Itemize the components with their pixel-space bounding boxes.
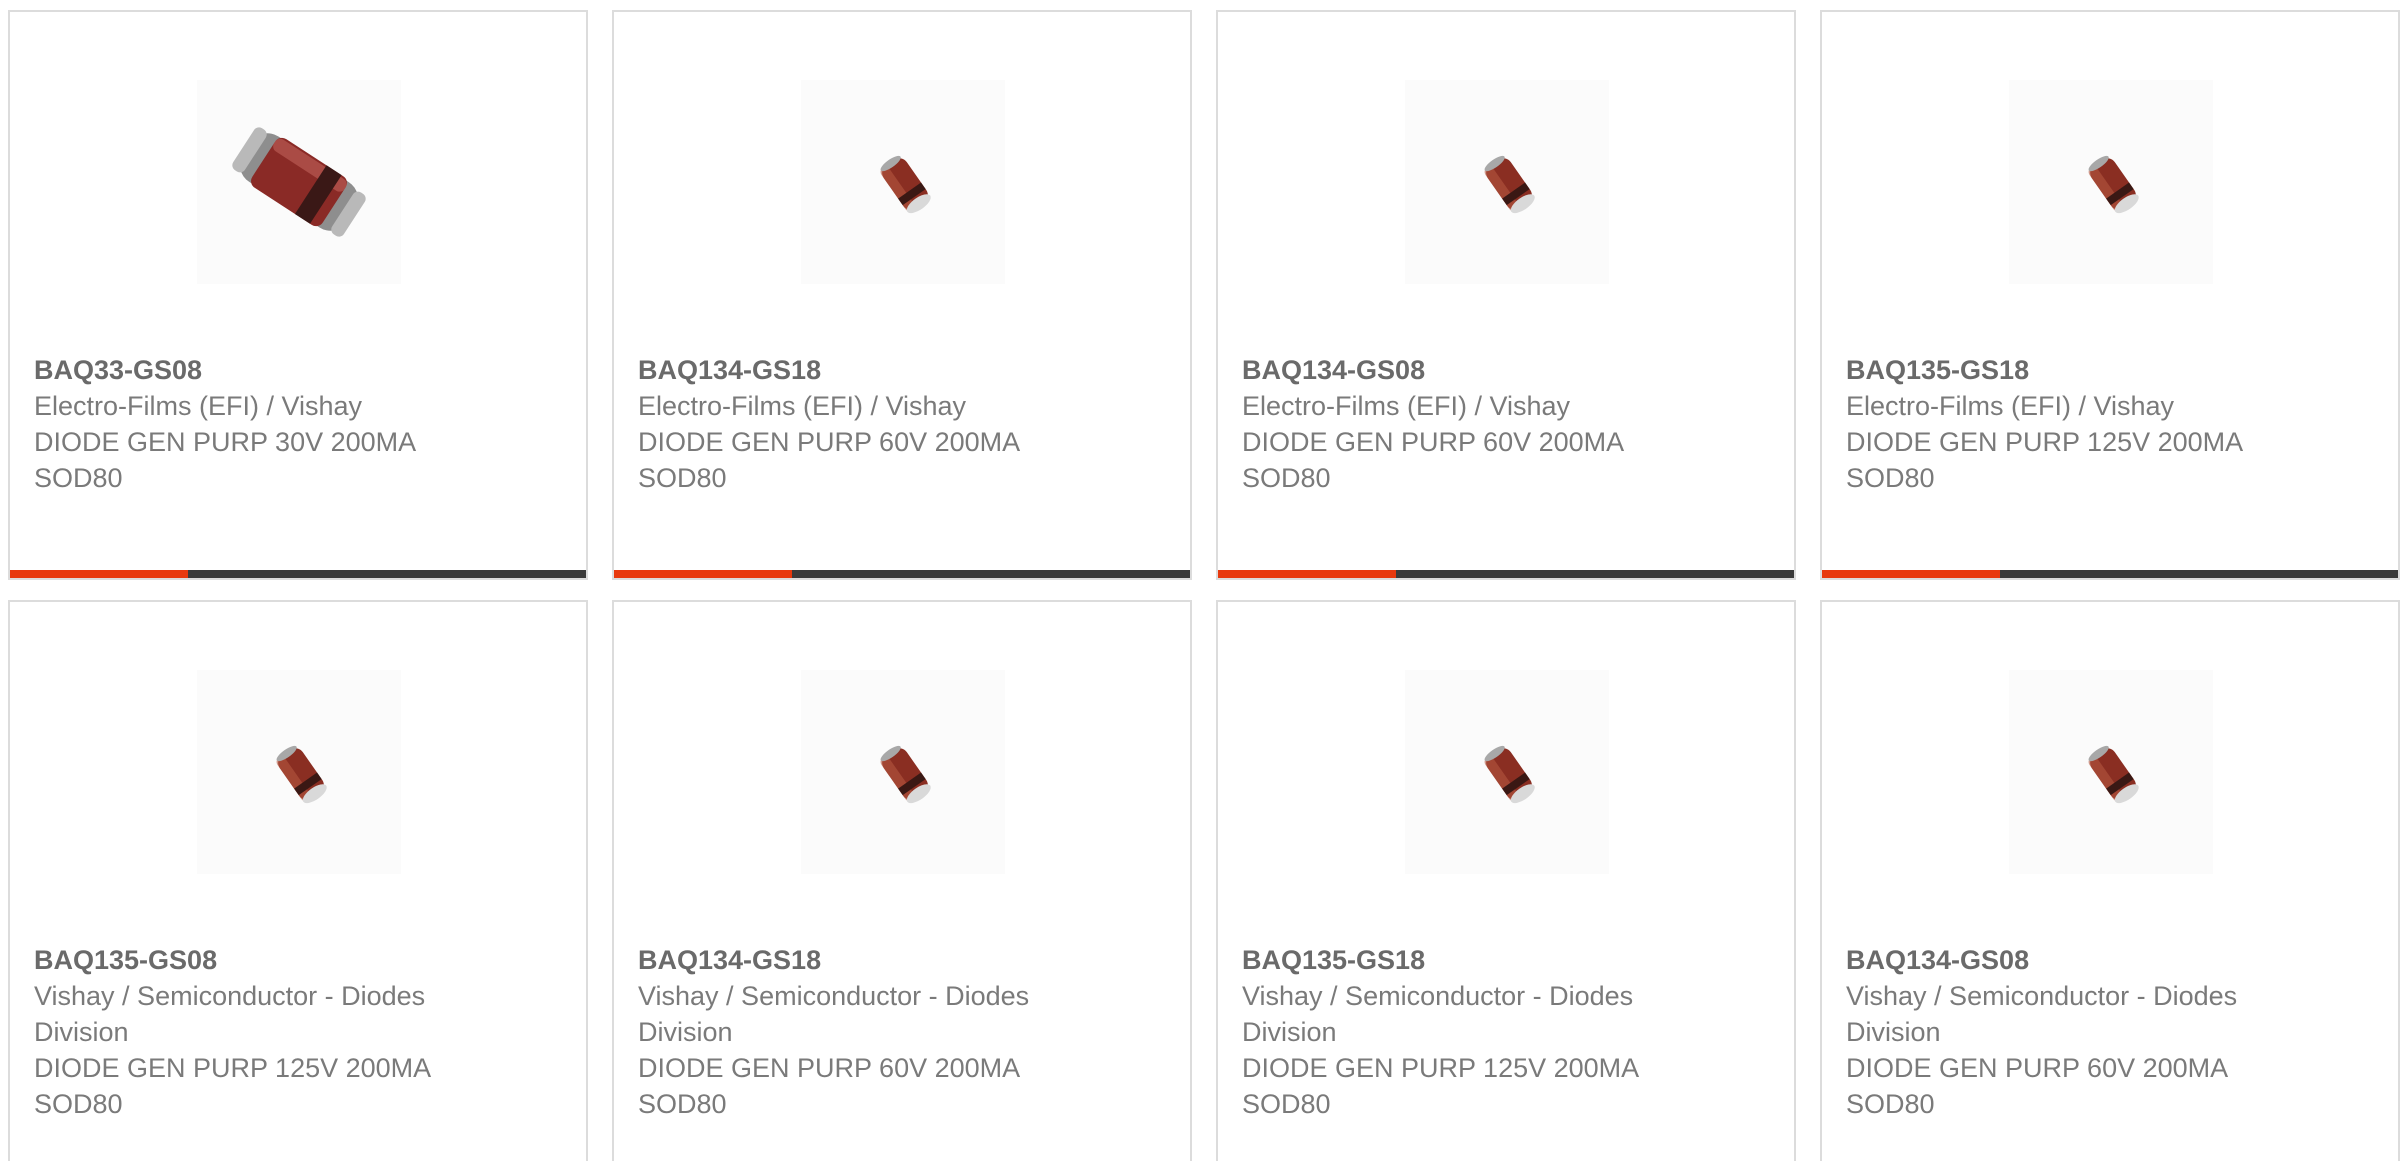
product-info: BAQ135-GS18 Vishay / Semiconductor - Dio… (1242, 942, 1762, 1122)
package: SOD80 (34, 1089, 123, 1119)
product-image[interactable] (2009, 80, 2213, 284)
product-info: BAQ33-GS08 Electro-Films (EFI) / Vishay … (34, 352, 554, 496)
description: DIODE GEN PURP 30V 200MA (34, 427, 417, 457)
product-info: BAQ135-GS08 Vishay / Semiconductor - Dio… (34, 942, 554, 1122)
progress-bar (1822, 570, 2398, 578)
progress-fill (1218, 570, 1396, 578)
manufacturer: Electro-Films (EFI) / Vishay (1846, 391, 2175, 421)
product-card[interactable]: BAQ134-GS18 Vishay / Semiconductor - Dio… (612, 600, 1192, 1161)
progress-bar (10, 570, 586, 578)
package: SOD80 (1846, 463, 1935, 493)
progress-fill (10, 570, 188, 578)
product-info: BAQ134-GS18 Vishay / Semiconductor - Dio… (638, 942, 1158, 1122)
manufacturer: Electro-Films (EFI) / Vishay (1242, 391, 1571, 421)
product-card[interactable]: BAQ135-GS08 Vishay / Semiconductor - Dio… (8, 600, 588, 1161)
part-number[interactable]: BAQ135-GS18 (1846, 352, 2366, 388)
diode-small-icon (880, 745, 931, 804)
manufacturer-line-1: Vishay / Semiconductor - Diodes (1846, 981, 2238, 1011)
product-image[interactable] (801, 80, 1005, 284)
manufacturer: Electro-Films (EFI) / Vishay (34, 391, 363, 421)
product-image[interactable] (197, 80, 401, 284)
manufacturer-line-2: Division (638, 1017, 733, 1047)
description: DIODE GEN PURP 60V 200MA (1242, 427, 1625, 457)
product-card[interactable]: BAQ134-GS08 Vishay / Semiconductor - Dio… (1820, 600, 2400, 1161)
diode-small-icon (276, 745, 327, 804)
manufacturer-line-1: Vishay / Semiconductor - Diodes (638, 981, 1030, 1011)
package: SOD80 (1242, 1089, 1331, 1119)
product-card[interactable]: BAQ135-GS18 Electro-Films (EFI) / Vishay… (1820, 10, 2400, 580)
product-info: BAQ134-GS18 Electro-Films (EFI) / Vishay… (638, 352, 1158, 496)
part-number[interactable]: BAQ134-GS18 (638, 942, 1158, 978)
product-image[interactable] (197, 670, 401, 874)
manufacturer-line-1: Vishay / Semiconductor - Diodes (34, 981, 426, 1011)
description: DIODE GEN PURP 125V 200MA (34, 1053, 432, 1083)
package: SOD80 (638, 463, 727, 493)
product-info: BAQ135-GS18 Electro-Films (EFI) / Vishay… (1846, 352, 2366, 496)
product-card[interactable]: BAQ33-GS08 Electro-Films (EFI) / Vishay … (8, 10, 588, 580)
manufacturer-line-2: Division (34, 1017, 129, 1047)
product-image[interactable] (801, 670, 1005, 874)
description: DIODE GEN PURP 60V 200MA (638, 1053, 1021, 1083)
package: SOD80 (1846, 1089, 1935, 1119)
part-number[interactable]: BAQ134-GS08 (1242, 352, 1762, 388)
package: SOD80 (34, 463, 123, 493)
diode-small-icon (1484, 745, 1535, 804)
manufacturer-line-2: Division (1242, 1017, 1337, 1047)
part-number[interactable]: BAQ135-GS08 (34, 942, 554, 978)
part-number[interactable]: BAQ134-GS08 (1846, 942, 2366, 978)
package: SOD80 (638, 1089, 727, 1119)
product-image[interactable] (2009, 670, 2213, 874)
product-info: BAQ134-GS08 Vishay / Semiconductor - Dio… (1846, 942, 2366, 1122)
diode-small-icon (1484, 155, 1535, 214)
progress-fill (1822, 570, 2000, 578)
diode-small-icon (2088, 155, 2139, 214)
manufacturer-line-1: Vishay / Semiconductor - Diodes (1242, 981, 1634, 1011)
product-card[interactable]: BAQ135-GS18 Vishay / Semiconductor - Dio… (1216, 600, 1796, 1161)
description: DIODE GEN PURP 125V 200MA (1242, 1053, 1640, 1083)
description: DIODE GEN PURP 60V 200MA (1846, 1053, 2229, 1083)
product-card[interactable]: BAQ134-GS08 Electro-Films (EFI) / Vishay… (1216, 10, 1796, 580)
product-info: BAQ134-GS08 Electro-Films (EFI) / Vishay… (1242, 352, 1762, 496)
product-image[interactable] (1405, 80, 1609, 284)
product-card[interactable]: BAQ134-GS18 Electro-Films (EFI) / Vishay… (612, 10, 1192, 580)
progress-fill (614, 570, 792, 578)
description: DIODE GEN PURP 125V 200MA (1846, 427, 2244, 457)
description: DIODE GEN PURP 60V 200MA (638, 427, 1021, 457)
part-number[interactable]: BAQ33-GS08 (34, 352, 554, 388)
package: SOD80 (1242, 463, 1331, 493)
diode-small-icon (880, 155, 931, 214)
manufacturer-line-2: Division (1846, 1017, 1941, 1047)
part-number[interactable]: BAQ135-GS18 (1242, 942, 1762, 978)
manufacturer: Electro-Films (EFI) / Vishay (638, 391, 967, 421)
diode-large-icon (232, 127, 366, 237)
diode-small-icon (2088, 745, 2139, 804)
product-image[interactable] (1405, 670, 1609, 874)
part-number[interactable]: BAQ134-GS18 (638, 352, 1158, 388)
progress-bar (614, 570, 1190, 578)
product-grid: BAQ33-GS08 Electro-Films (EFI) / Vishay … (0, 0, 2400, 1161)
progress-bar (1218, 570, 1794, 578)
